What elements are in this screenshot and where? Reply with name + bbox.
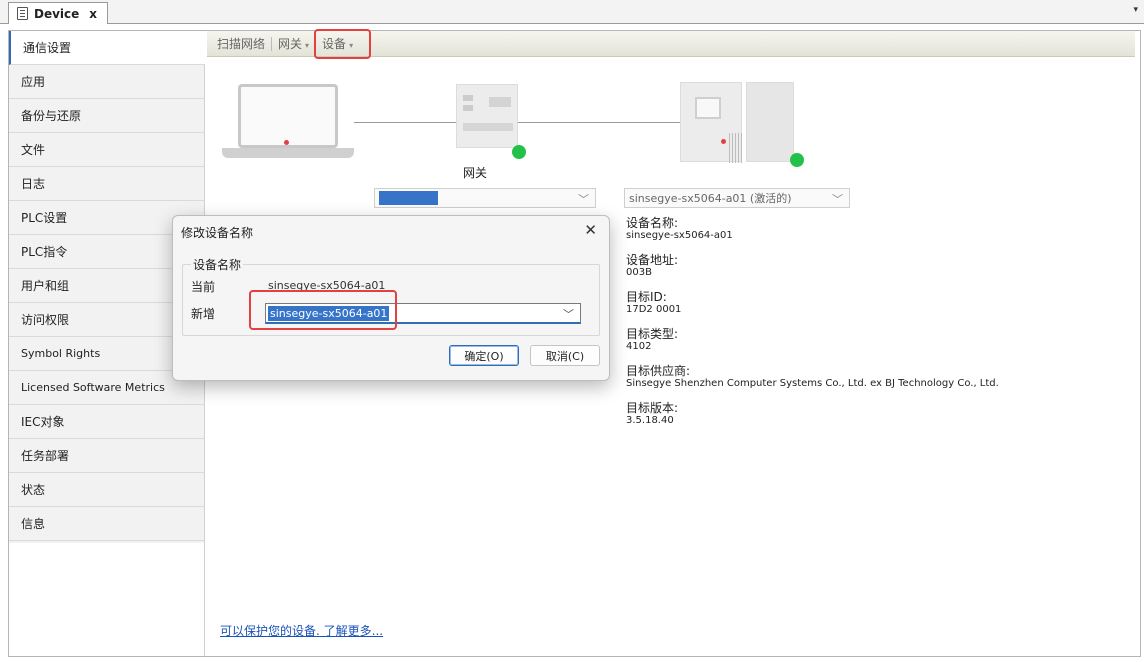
dialog-title: 修改设备名称 xyxy=(181,226,254,240)
cancel-button[interactable]: 取消(C) xyxy=(530,345,600,366)
sidebar-item-information[interactable]: 信息 xyxy=(9,507,205,541)
target-id-value: 17D2 0001 xyxy=(626,304,682,315)
device-icon xyxy=(17,7,28,20)
chevron-down-icon[interactable]: ﹀ xyxy=(563,306,574,322)
device-address-value: 003B xyxy=(626,267,652,278)
device-select[interactable]: sinsegye-sx5064-a01 (激活的) ﹀ xyxy=(624,188,850,208)
gateway-select-value: Gateway-1 xyxy=(379,191,439,205)
gateway-menu-button[interactable]: 网关 ▾ xyxy=(272,35,315,52)
tab-dropdown-icon[interactable]: ▾ xyxy=(1133,5,1138,15)
document-tab-strip: Device x ▾ xyxy=(0,0,1144,24)
target-vendor-value: Sinsegye Shenzhen Computer Systems Co., … xyxy=(626,378,999,389)
tab-device-label: Device xyxy=(34,6,80,21)
device-info-panel: 设备名称: sinsegye-sx5064-a01 设备地址: 003B 目标I… xyxy=(626,216,1126,438)
chevron-down-icon: ﹀ xyxy=(832,193,843,206)
sidebar-item-status[interactable]: 状态 xyxy=(9,473,205,507)
computer-icon xyxy=(222,84,354,164)
target-vendor-label: 目标供应商: xyxy=(626,364,691,378)
new-name-label: 新增 xyxy=(191,307,216,321)
protect-device-link[interactable]: 可以保护您的设备. 了解更多... xyxy=(220,622,383,639)
device-select-value: sinsegye-sx5064-a01 (激活的) xyxy=(629,192,792,205)
device-name-label: 设备名称: xyxy=(626,216,679,230)
device-address-label: 设备地址: xyxy=(626,253,679,267)
scan-network-button[interactable]: 扫描网络 xyxy=(211,35,271,52)
current-name-label: 当前 xyxy=(191,280,216,294)
plc-device-icon[interactable] xyxy=(680,82,794,163)
gateway-status-icon xyxy=(512,145,526,159)
gateway-label: 网关 xyxy=(463,166,488,180)
gateway-select[interactable]: Gateway-1 ﹀ xyxy=(374,188,596,208)
close-icon[interactable]: ✕ xyxy=(584,221,597,239)
target-type-label: 目标类型: xyxy=(626,327,679,341)
target-version-value: 3.5.18.40 xyxy=(626,415,674,426)
sidebar-item-log[interactable]: 日志 xyxy=(9,167,205,201)
gateway-menu-label: 网关 xyxy=(278,37,303,51)
device-status-icon xyxy=(790,153,804,167)
group-title: 设备名称 xyxy=(191,256,244,273)
sidebar-item-application[interactable]: 应用 xyxy=(9,65,205,99)
sidebar-item-files[interactable]: 文件 xyxy=(9,133,205,167)
sidebar-item-iec-objects[interactable]: IEC对象 xyxy=(9,405,205,439)
target-version-label: 目标版本: xyxy=(626,401,679,415)
close-icon[interactable]: x xyxy=(89,7,97,21)
device-menu-highlight xyxy=(314,29,371,59)
target-id-label: 目标ID: xyxy=(626,290,667,304)
sidebar-item-backup-restore[interactable]: 备份与还原 xyxy=(9,99,205,133)
device-name-value: sinsegye-sx5064-a01 xyxy=(626,230,733,241)
sidebar-item-communication[interactable]: 通信设置 xyxy=(9,31,205,65)
ok-button[interactable]: 确定(O) xyxy=(449,345,519,366)
sidebar-empty-area xyxy=(9,543,205,656)
tab-device[interactable]: Device x xyxy=(8,2,108,24)
new-name-highlight xyxy=(249,290,397,330)
network-connection-line xyxy=(354,122,692,123)
chevron-down-icon: ﹀ xyxy=(578,193,589,206)
chevron-down-icon: ▾ xyxy=(305,41,310,50)
gateway-device-icon[interactable] xyxy=(456,84,518,148)
sidebar-item-task-deployment[interactable]: 任务部署 xyxy=(9,439,205,473)
target-type-value: 4102 xyxy=(626,341,652,352)
